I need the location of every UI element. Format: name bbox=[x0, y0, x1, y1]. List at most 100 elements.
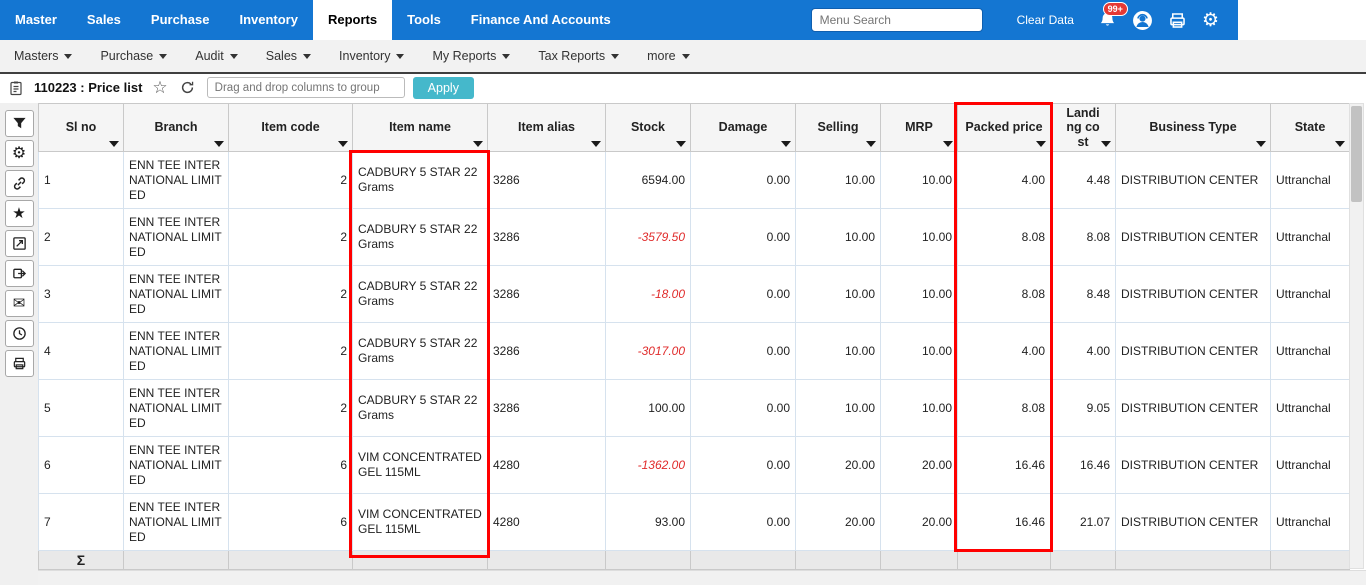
column-filter-dropdown-icon[interactable] bbox=[214, 141, 224, 147]
clipboard-icon bbox=[8, 80, 24, 96]
link-icon[interactable] bbox=[5, 170, 34, 197]
column-header-selling[interactable]: Selling bbox=[796, 104, 881, 152]
column-header-item-alias[interactable]: Item alias bbox=[488, 104, 606, 152]
apply-button[interactable]: Apply bbox=[413, 77, 474, 99]
summary-cell bbox=[1271, 551, 1350, 570]
notification-bell-icon[interactable]: 99+ bbox=[1098, 11, 1117, 30]
print-icon[interactable] bbox=[1168, 11, 1187, 30]
vertical-scrollbar-track[interactable] bbox=[1349, 103, 1364, 569]
column-filter-dropdown-icon[interactable] bbox=[1036, 141, 1046, 147]
summary-cell bbox=[958, 551, 1051, 570]
column-filter-dropdown-icon[interactable] bbox=[1256, 141, 1266, 147]
topnav-item-reports[interactable]: Reports bbox=[313, 0, 392, 40]
cell-item_code: 2 bbox=[229, 323, 353, 380]
column-header-label: Selling bbox=[818, 120, 859, 134]
table-row[interactable]: 5ENN TEE INTERNATIONAL LIMITED2CADBURY 5… bbox=[39, 380, 1350, 437]
print-icon[interactable] bbox=[5, 350, 34, 377]
mail-icon[interactable]: ✉ bbox=[5, 290, 34, 317]
chevron-down-icon bbox=[230, 54, 238, 59]
column-header-sl-no[interactable]: Sl no bbox=[39, 104, 124, 152]
column-header-packed-price[interactable]: Packed price bbox=[958, 104, 1051, 152]
favorite-icon[interactable]: ★ bbox=[5, 200, 34, 227]
support-headset-icon[interactable] bbox=[1132, 10, 1153, 31]
cell-packed_price: 16.46 bbox=[958, 437, 1051, 494]
topnav-item-master[interactable]: Master bbox=[0, 0, 72, 40]
favorite-star-icon[interactable]: ☆ bbox=[152, 79, 167, 96]
cell-item_alias: 3286 bbox=[488, 152, 606, 209]
column-filter-dropdown-icon[interactable] bbox=[943, 141, 953, 147]
column-filter-dropdown-icon[interactable] bbox=[338, 141, 348, 147]
horizontal-scrollbar-track[interactable] bbox=[38, 570, 1366, 585]
cell-damage: 0.00 bbox=[691, 323, 796, 380]
column-filter-dropdown-icon[interactable] bbox=[1335, 141, 1345, 147]
report-toolbar: 110223 : Price list ☆ Apply bbox=[0, 74, 1366, 101]
column-header-label: MRP bbox=[905, 120, 933, 134]
table-row[interactable]: 1ENN TEE INTERNATIONAL LIMITED2CADBURY 5… bbox=[39, 152, 1350, 209]
column-header-label: Business Type bbox=[1149, 120, 1236, 134]
column-filter-dropdown-icon[interactable] bbox=[591, 141, 601, 147]
settings-icon[interactable]: ⚙ bbox=[5, 140, 34, 167]
filter-icon[interactable] bbox=[5, 110, 34, 137]
cell-item_alias: 3286 bbox=[488, 323, 606, 380]
cell-item_alias: 3286 bbox=[488, 266, 606, 323]
clear-data-button[interactable]: Clear Data bbox=[1017, 13, 1074, 27]
cell-item_code: 6 bbox=[229, 494, 353, 551]
forward-icon[interactable] bbox=[5, 260, 34, 287]
topnav-item-tools[interactable]: Tools bbox=[392, 0, 456, 40]
column-header-damage[interactable]: Damage bbox=[691, 104, 796, 152]
table-row[interactable]: 3ENN TEE INTERNATIONAL LIMITED2CADBURY 5… bbox=[39, 266, 1350, 323]
cell-item_code: 2 bbox=[229, 152, 353, 209]
column-filter-dropdown-icon[interactable] bbox=[781, 141, 791, 147]
cell-selling: 10.00 bbox=[796, 209, 881, 266]
cell-item_code: 2 bbox=[229, 266, 353, 323]
menubar-item-masters[interactable]: Masters bbox=[14, 49, 72, 63]
topnav-item-sales[interactable]: Sales bbox=[72, 0, 136, 40]
cell-item_alias: 3286 bbox=[488, 209, 606, 266]
cell-item_code: 6 bbox=[229, 437, 353, 494]
topnav-item-inventory[interactable]: Inventory bbox=[224, 0, 313, 40]
history-icon[interactable] bbox=[5, 320, 34, 347]
column-header-mrp[interactable]: MRP bbox=[881, 104, 958, 152]
menubar-item-inventory[interactable]: Inventory bbox=[339, 49, 404, 63]
column-header-branch[interactable]: Branch bbox=[124, 104, 229, 152]
cell-business_type: DISTRIBUTION CENTER bbox=[1116, 494, 1271, 551]
column-header-item-name[interactable]: Item name bbox=[353, 104, 488, 152]
cell-mrp: 10.00 bbox=[881, 209, 958, 266]
summary-cell bbox=[606, 551, 691, 570]
menu-search-input[interactable] bbox=[811, 8, 983, 32]
column-filter-dropdown-icon[interactable] bbox=[676, 141, 686, 147]
refresh-icon[interactable] bbox=[180, 80, 195, 95]
column-header-item-code[interactable]: Item code bbox=[229, 104, 353, 152]
topnav-item-finance-and-accounts[interactable]: Finance And Accounts bbox=[456, 0, 626, 40]
column-header-landing-cost[interactable]: Landing cost bbox=[1051, 104, 1116, 152]
table-row[interactable]: 7ENN TEE INTERNATIONAL LIMITED6VIM CONCE… bbox=[39, 494, 1350, 551]
column-filter-dropdown-icon[interactable] bbox=[473, 141, 483, 147]
column-header-stock[interactable]: Stock bbox=[606, 104, 691, 152]
column-filter-dropdown-icon[interactable] bbox=[109, 141, 119, 147]
menubar-item-audit[interactable]: Audit bbox=[195, 49, 238, 63]
settings-gear-icon[interactable]: ⚙ bbox=[1202, 11, 1219, 30]
menubar-item-sales[interactable]: Sales bbox=[266, 49, 311, 63]
menubar-item-tax-reports[interactable]: Tax Reports bbox=[538, 49, 619, 63]
table-row[interactable]: 2ENN TEE INTERNATIONAL LIMITED2CADBURY 5… bbox=[39, 209, 1350, 266]
column-header-state[interactable]: State bbox=[1271, 104, 1350, 152]
column-header-business-type[interactable]: Business Type bbox=[1116, 104, 1271, 152]
cell-landing_cost: 4.48 bbox=[1051, 152, 1116, 209]
column-filter-dropdown-icon[interactable] bbox=[1101, 141, 1111, 147]
table-row[interactable]: 6ENN TEE INTERNATIONAL LIMITED6VIM CONCE… bbox=[39, 437, 1350, 494]
left-icon-sidebar: ⚙ ★ ✉ bbox=[0, 103, 38, 585]
table-row[interactable]: 4ENN TEE INTERNATIONAL LIMITED2CADBURY 5… bbox=[39, 323, 1350, 380]
group-columns-input[interactable] bbox=[207, 77, 405, 98]
cell-sl: 3 bbox=[39, 266, 124, 323]
column-filter-dropdown-icon[interactable] bbox=[866, 141, 876, 147]
export-icon[interactable] bbox=[5, 230, 34, 257]
cell-business_type: DISTRIBUTION CENTER bbox=[1116, 152, 1271, 209]
cell-business_type: DISTRIBUTION CENTER bbox=[1116, 380, 1271, 437]
cell-sl: 6 bbox=[39, 437, 124, 494]
menubar-item-purchase[interactable]: Purchase bbox=[100, 49, 167, 63]
topnav-item-purchase[interactable]: Purchase bbox=[136, 0, 225, 40]
vertical-scrollbar-thumb[interactable] bbox=[1351, 106, 1362, 202]
column-header-label: State bbox=[1295, 120, 1326, 134]
menubar-item-more[interactable]: more bbox=[647, 49, 689, 63]
menubar-item-my-reports[interactable]: My Reports bbox=[432, 49, 510, 63]
